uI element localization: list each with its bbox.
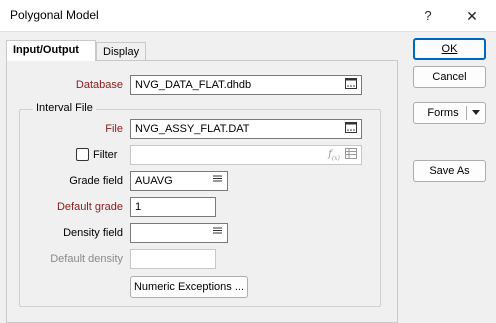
default-grade-input[interactable]: 1 (130, 197, 216, 217)
grade-field-label: Grade field (69, 175, 123, 187)
filter-checkbox[interactable] (76, 148, 89, 161)
title-bar: Polygonal Model ? ✕ (0, 0, 496, 32)
numeric-exceptions-button[interactable]: Numeric Exceptions ... (130, 276, 248, 298)
database-field[interactable]: NVG_DATA_FLAT.dhdb (130, 75, 362, 95)
split-separator (466, 106, 467, 120)
database-value: NVG_DATA_FLAT.dhdb (135, 79, 252, 91)
density-field-select[interactable] (130, 223, 228, 243)
ok-button[interactable]: OK (413, 38, 486, 60)
grade-field-value: AUAVG (135, 175, 173, 187)
grade-field-select[interactable]: AUAVG (130, 171, 228, 191)
browse-icon[interactable] (344, 78, 358, 92)
default-density-input[interactable] (130, 249, 216, 269)
input-output-panel: Database NVG_DATA_FLAT.dhdb Interval Fil… (6, 60, 398, 323)
filter-label: Filter (93, 149, 118, 161)
window-title: Polygonal Model (10, 8, 99, 22)
default-density-label: Default density (50, 253, 123, 265)
database-label: Database (75, 79, 123, 91)
ok-label: OK (441, 43, 458, 55)
density-field-label: Density field (63, 227, 123, 239)
tab-display[interactable]: Display (96, 42, 146, 60)
file-value: NVG_ASSY_FLAT.DAT (135, 123, 250, 135)
file-label: File (105, 123, 123, 135)
forms-label: Forms (427, 107, 459, 119)
list-icon[interactable] (344, 148, 358, 162)
cancel-button[interactable]: Cancel (413, 66, 486, 88)
dropdown-list-icon[interactable] (210, 174, 224, 188)
browse-icon[interactable] (344, 122, 358, 136)
dropdown-list-icon[interactable] (210, 226, 224, 240)
save-as-button[interactable]: Save As (413, 160, 486, 182)
tab-input-output[interactable]: Input/Output (6, 40, 96, 61)
cancel-label: Cancel (432, 71, 467, 83)
save-as-label: Save As (429, 165, 470, 177)
help-button[interactable]: ? (414, 4, 442, 28)
default-grade-label: Default grade (56, 201, 123, 213)
filter-field[interactable]: f(x) (130, 145, 362, 165)
dropdown-arrow-icon[interactable] (470, 103, 482, 123)
forms-button[interactable]: Forms (413, 102, 486, 124)
file-field[interactable]: NVG_ASSY_FLAT.DAT (130, 119, 362, 139)
default-grade-value: 1 (135, 201, 142, 213)
close-button[interactable]: ✕ (458, 4, 486, 28)
function-icon[interactable]: f(x) (327, 148, 341, 162)
interval-file-group-label: Interval File (33, 102, 96, 114)
